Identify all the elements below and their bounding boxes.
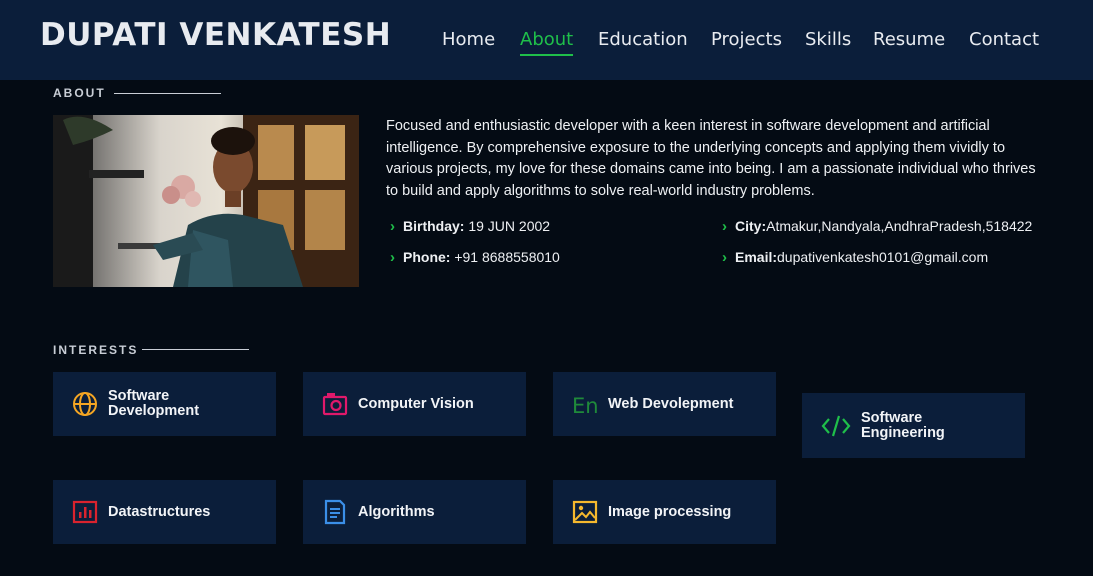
interest-card-computer-vision: Computer Vision [303, 372, 526, 436]
interests-section-title: INTERESTS [53, 343, 139, 357]
chevron-right-icon: › [390, 218, 395, 235]
main-nav: Home About Education Projects Skills Res… [0, 29, 1093, 59]
about-paragraph: Focused and enthusiastic developer with … [386, 118, 1036, 199]
interest-label: Software Engineering [861, 409, 945, 441]
info-phone: › Phone: +91 8688558010 [390, 249, 560, 266]
about-section-title: ABOUT [53, 86, 106, 100]
email-value: dupativenkatesh0101@gmail.com [777, 249, 989, 265]
nav-skills[interactable]: Skills [805, 29, 851, 50]
info-birthday: › Birthday: 19 JUN 2002 [390, 218, 550, 235]
chevron-right-icon: › [722, 249, 727, 266]
city-label: City: [735, 218, 767, 234]
svg-text:En: En [572, 394, 598, 417]
info-city: › City:Atmakur,Nandyala,AndhraPradesh,518… [722, 218, 1032, 235]
nav-resume[interactable]: Resume [873, 29, 945, 50]
interest-label: Image processing [608, 503, 732, 520]
interest-card-algorithms: Algorithms [303, 480, 526, 544]
interest-card-image-processing: Image processing [553, 480, 776, 544]
interest-label-line1: Software [108, 388, 170, 404]
interest-card-software-engineering: Software Engineering [802, 393, 1025, 458]
profile-photo [53, 115, 359, 287]
document-icon [324, 499, 346, 525]
nav-about[interactable]: About [520, 29, 574, 56]
interest-card-web-development: En Web Devolepment [553, 372, 776, 436]
chevron-right-icon: › [390, 249, 395, 266]
about-title-divider [114, 93, 221, 94]
interest-card-software-development: Software Development [53, 372, 276, 436]
phone-value: +91 8688558010 [454, 249, 560, 265]
chevron-right-icon: › [722, 218, 727, 235]
phone-label: Phone: [403, 249, 451, 265]
globe-icon [73, 392, 97, 416]
interest-label-line2: Engineering [861, 424, 945, 441]
interest-label-line2: Development [108, 403, 200, 419]
interest-label-line1: Software [861, 409, 923, 426]
bar-chart-icon [72, 500, 98, 524]
interest-label: Computer Vision [358, 395, 474, 412]
interest-card-datastructures: Datastructures [53, 480, 276, 544]
email-label: Email: [735, 249, 778, 265]
nav-education[interactable]: Education [598, 29, 688, 50]
interest-label: Web Devolepment [608, 395, 734, 412]
birthday-label: Birthday: [403, 218, 465, 234]
birthday-value: 19 JUN 2002 [468, 218, 551, 234]
interests-title-divider [142, 349, 249, 350]
interest-label: Datastructures [108, 503, 211, 520]
interest-label: Software Development [108, 389, 199, 419]
language-icon: En [572, 394, 598, 417]
info-email: › Email:dupativenkatesh0101@gmail.com [722, 249, 988, 266]
site-header: DUPATI VENKATESH Home About Education Pr… [0, 0, 1093, 80]
camera-icon [322, 393, 348, 416]
image-icon [572, 500, 598, 524]
nav-projects[interactable]: Projects [711, 29, 782, 50]
nav-contact[interactable]: Contact [969, 29, 1039, 50]
code-icon [821, 415, 851, 436]
city-value: Atmakur,Nandyala,AndhraPradesh,518422 [766, 218, 1033, 234]
nav-home[interactable]: Home [442, 29, 495, 50]
interest-label: Algorithms [358, 503, 435, 520]
